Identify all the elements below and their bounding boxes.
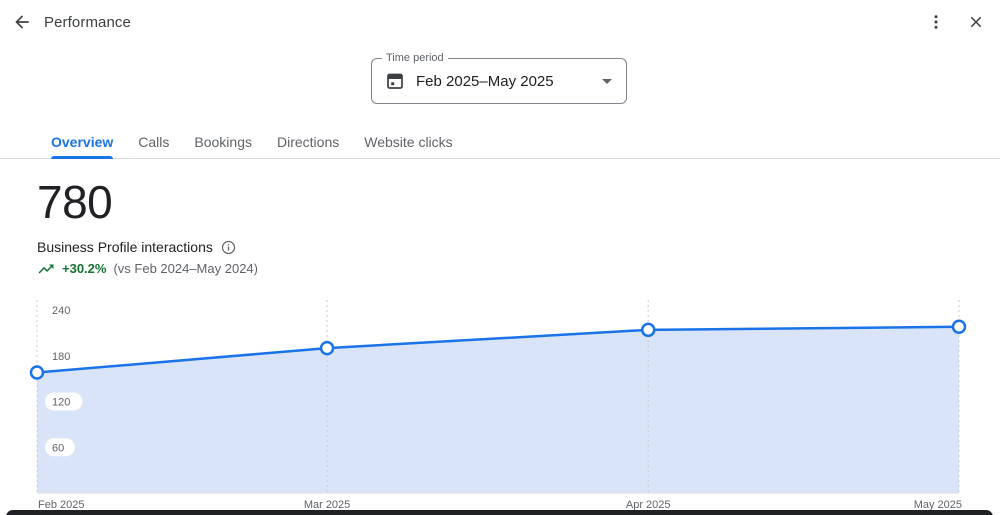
trend-row: +30.2% (vs Feb 2024–May 2024): [37, 261, 258, 276]
tab-directions[interactable]: Directions: [277, 125, 339, 159]
metric-label: Business Profile interactions: [37, 239, 213, 255]
tab-bookings[interactable]: Bookings: [194, 125, 252, 159]
ytick-label: 240: [52, 305, 70, 317]
trend-comparison: (vs Feb 2024–May 2024): [113, 261, 258, 276]
ytick-label: 60: [52, 442, 64, 454]
chart-area-fill: [37, 326, 959, 493]
performance-panel: Performance Time period Feb 2025–May 202…: [0, 0, 1000, 515]
header: Performance: [0, 0, 1000, 46]
metric-label-row: Business Profile interactions: [37, 239, 236, 255]
trending-up-icon: [37, 262, 55, 276]
info-icon[interactable]: [221, 240, 236, 255]
arrow-left-icon: [12, 12, 32, 35]
more-options-button[interactable]: [924, 11, 948, 35]
time-period-floating-label: Time period: [382, 51, 448, 65]
close-button[interactable]: [964, 11, 988, 35]
back-button[interactable]: [10, 11, 34, 35]
ytick-label: 180: [52, 351, 70, 363]
data-point[interactable]: [319, 340, 335, 356]
time-period-select[interactable]: Time period Feb 2025–May 2025: [371, 51, 627, 104]
ytick-label: 120: [52, 397, 70, 409]
clipped-bottom-sheet: [6, 510, 993, 515]
interactions-chart: 60 120 180 240 Feb 2025 Mar 2025 Apr 2025 May 2…: [0, 295, 1000, 515]
kebab-icon: [927, 13, 945, 34]
page-title: Performance: [44, 14, 131, 31]
data-point[interactable]: [29, 365, 45, 380]
time-period-value: Feb 2025–May 2025: [416, 72, 554, 90]
chart-svg: 60120180240Feb 2025 Mar 2025 Apr 2025 May 2…: [29, 300, 967, 511]
data-point[interactable]: [951, 319, 967, 335]
tab-bar: Overview Calls Bookings Directions Websi…: [0, 125, 1000, 159]
close-icon: [967, 13, 985, 34]
metric-total: 780: [37, 176, 113, 228]
calendar-icon: [386, 72, 404, 90]
trend-percentage: +30.2%: [62, 261, 107, 276]
tab-overview[interactable]: Overview: [51, 125, 114, 159]
data-point[interactable]: [640, 322, 656, 338]
chevron-down-icon: [602, 78, 612, 84]
tab-calls[interactable]: Calls: [138, 125, 169, 159]
tab-website-clicks[interactable]: Website clicks: [364, 125, 452, 159]
